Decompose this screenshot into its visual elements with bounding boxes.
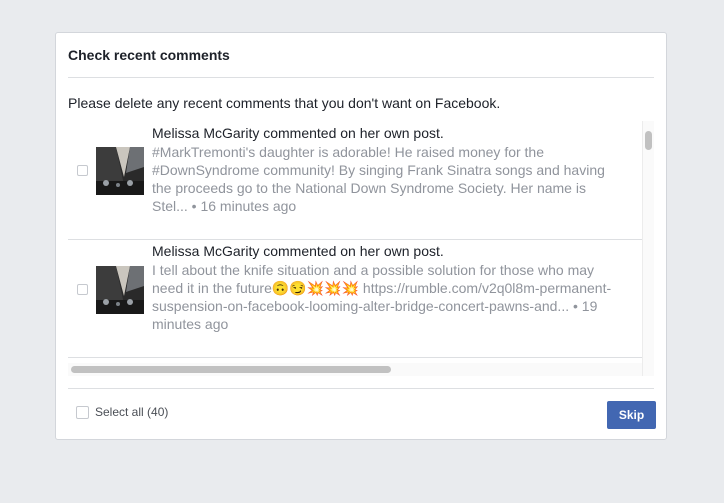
title-divider bbox=[68, 77, 654, 78]
comment-list[interactable]: Melissa McGarity commented on her own po… bbox=[68, 121, 642, 367]
excerpt-line: #MarkTremonti's daughter is adorable! He… bbox=[152, 144, 545, 160]
excerpt-line: Stel... • 16 minutes ago bbox=[152, 198, 297, 214]
comment-excerpt: #MarkTremonti's daughter is adorable! He… bbox=[152, 143, 642, 215]
dialog-title: Check recent comments bbox=[68, 47, 230, 63]
horizontal-scrollbar[interactable] bbox=[68, 363, 642, 376]
post-thumbnail bbox=[96, 266, 144, 314]
excerpt-line: I tell about the knife situation and a p… bbox=[152, 262, 595, 278]
comment-checkbox[interactable] bbox=[77, 284, 88, 295]
excerpt-line: need it in the future🙃😏💥💥💥 https://rumbl… bbox=[152, 280, 612, 296]
comment-item: Melissa McGarity commented on her own po… bbox=[68, 239, 642, 358]
excerpt-line: minutes ago bbox=[152, 316, 229, 332]
excerpt-line: the proceeds go to the National Down Syn… bbox=[152, 180, 586, 196]
footer-divider bbox=[68, 388, 654, 389]
select-all-label: Select all (40) bbox=[95, 405, 169, 419]
horizontal-scroll-thumb[interactable] bbox=[71, 366, 391, 373]
comment-author-line: Melissa McGarity commented on her own po… bbox=[152, 125, 444, 141]
comment-item: Melissa McGarity commented on her own po… bbox=[68, 121, 642, 240]
comment-excerpt: I tell about the knife situation and a p… bbox=[152, 261, 642, 333]
check-comments-dialog: Check recent comments Please delete any … bbox=[55, 32, 667, 440]
select-all-checkbox[interactable] bbox=[76, 405, 89, 419]
excerpt-line: suspension-on-facebook-looming-alter-bri… bbox=[152, 298, 598, 314]
select-all-control[interactable]: Select all (40) bbox=[76, 405, 168, 419]
intro-text: Please delete any recent comments that y… bbox=[68, 95, 501, 111]
vertical-scrollbar[interactable] bbox=[642, 121, 654, 376]
vertical-scroll-thumb[interactable] bbox=[645, 131, 652, 150]
post-thumbnail bbox=[96, 147, 144, 195]
skip-button[interactable]: Skip bbox=[607, 401, 656, 429]
excerpt-line: #DownSyndrome community! By singing Fran… bbox=[152, 162, 605, 178]
comment-checkbox[interactable] bbox=[77, 165, 88, 176]
comment-author-line: Melissa McGarity commented on her own po… bbox=[152, 243, 444, 259]
